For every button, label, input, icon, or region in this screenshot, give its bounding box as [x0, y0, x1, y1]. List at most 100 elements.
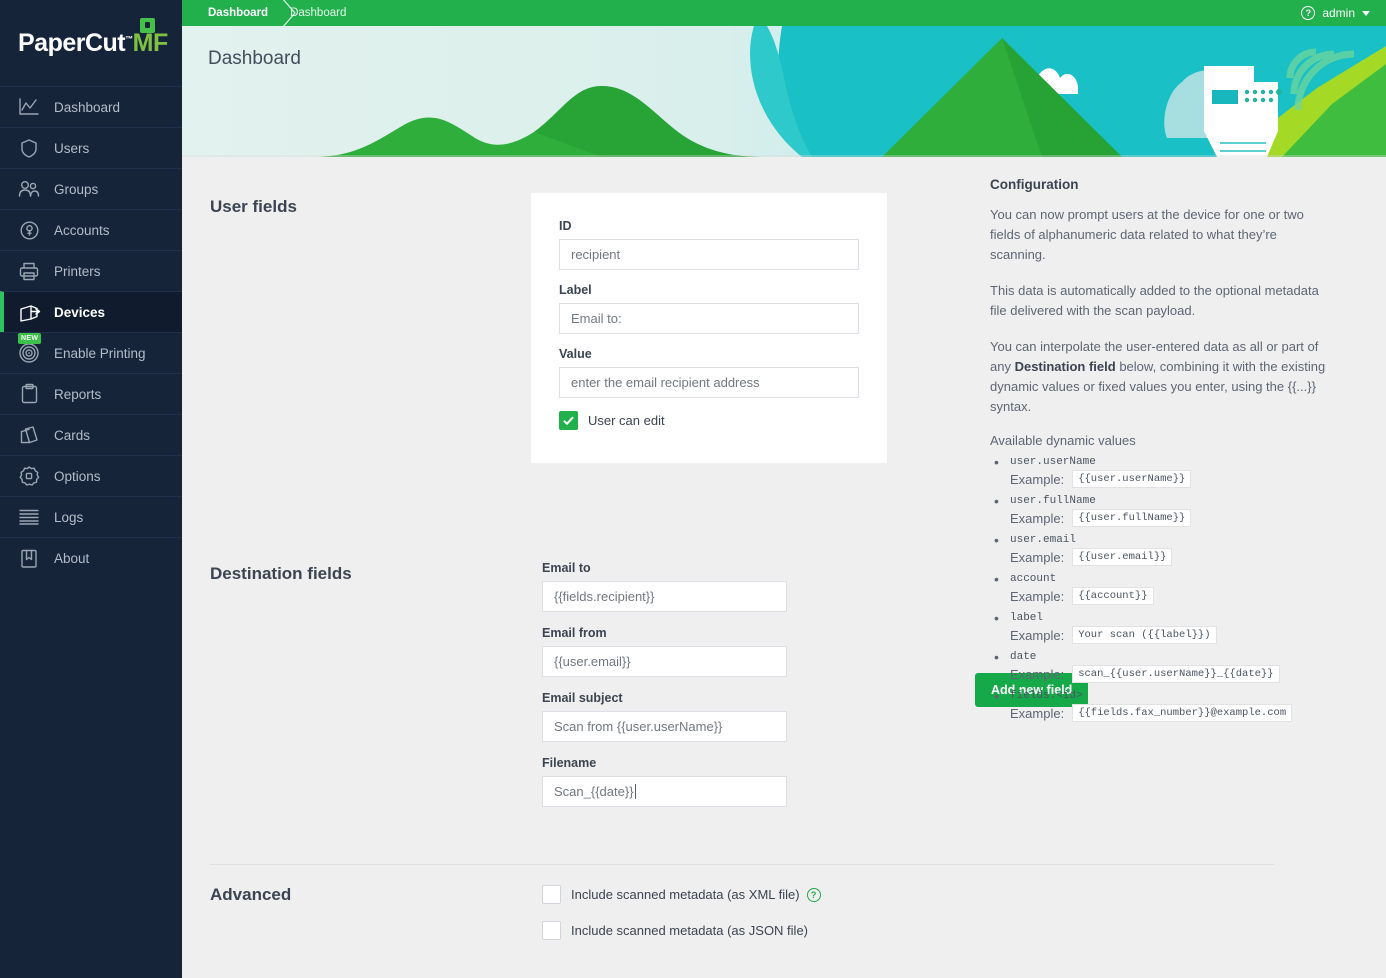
destination-field-group-0: Email to {{fields.recipient}} [542, 561, 787, 612]
example-label: Example: [1010, 627, 1065, 643]
dynamic-value-example-row: Example: {{user.fullName}} [1010, 509, 1350, 527]
user-can-edit-label: User can edit [588, 413, 665, 428]
dynamic-value-item: account Example: {{account}} [990, 571, 1350, 605]
app-root: PaperCut™MF Dashboard Users Groups Accounts… [0, 0, 1386, 978]
sidebar-item-label: Reports [54, 386, 102, 402]
logo-flag-icon [140, 18, 155, 33]
logo-papercut: PaperCut [18, 28, 126, 57]
configuration-heading: Configuration [990, 177, 1079, 192]
dynamic-value-example-row: Example: Your scan ({{label}}) [1010, 626, 1350, 644]
input-value: enter the email recipient address [571, 375, 760, 390]
user-field-card: ID recipient Label Email to: Value enter the … [531, 193, 887, 463]
sidebar-item-devices[interactable]: Devices [0, 291, 182, 332]
book-icon [14, 545, 44, 571]
destination-field-input-filename[interactable]: Scan_{{date}} [542, 776, 787, 807]
example-label: Example: [1010, 510, 1065, 526]
input-value: {{fields.recipient}} [554, 589, 655, 604]
destination-field-label: Filename [542, 756, 597, 770]
advanced-options: Include scanned metadata (as XML file)? I… [542, 883, 821, 957]
sidebar-item-label: Enable Printing [54, 345, 146, 361]
dynamic-values-list: user.userNameExample:{{user.userName}}us… [990, 454, 1350, 722]
user-menu-label[interactable]: admin [1322, 6, 1355, 20]
destination-field-input-email-to[interactable]: {{fields.recipient}} [542, 581, 787, 612]
user-field-group-1: Label Email to: [559, 283, 859, 334]
sidebar-item-users[interactable]: Users [0, 127, 182, 168]
destination-field-label: Email from [542, 626, 607, 640]
lines-icon [14, 504, 44, 530]
user-can-edit-row-wrap: User can edit [531, 411, 887, 430]
section-divider [210, 864, 1274, 865]
destination-field-input-email-subject[interactable]: Scan from {{user.userName}} [542, 711, 787, 742]
app-logo[interactable]: PaperCut™MF [0, 0, 182, 86]
dynamic-value-key: user.userName [1010, 456, 1096, 468]
input-value: Scan from {{user.userName}} [554, 719, 723, 734]
example-label: Example: [1010, 666, 1065, 682]
user-field-input-label[interactable]: Email to: [559, 303, 859, 334]
sidebar: PaperCut™MF Dashboard Users Groups Accounts… [0, 0, 182, 978]
dynamic-value-item: user.email Example: {{user.email}} [990, 532, 1350, 566]
metadata-checkbox-0[interactable] [542, 885, 561, 904]
chevron-down-icon[interactable] [1362, 10, 1370, 16]
input-value: Scan_{{date}} [554, 784, 634, 799]
configuration-paragraph-1: You can now prompt users at the device f… [990, 207, 1304, 262]
sidebar-item-options[interactable]: Options [0, 455, 182, 496]
help-icon[interactable]: ? [1301, 6, 1316, 20]
sidebar-item-label: Printers [54, 263, 101, 279]
dynamic-value-item: label Example: Your scan ({{label}}) [990, 610, 1350, 644]
page-title: Dashboard [208, 48, 301, 69]
printer-icon [14, 258, 44, 284]
sidebar-item-dashboard[interactable]: Dashboard [0, 86, 182, 127]
help-icon[interactable]: ? [806, 887, 821, 902]
advanced-option-row-1[interactable]: Include scanned metadata (as JSON file) [542, 921, 821, 940]
destination-fields-heading: Destination fields [210, 564, 352, 583]
configuration-paragraph-2: This data is automatically added to the … [990, 283, 1319, 318]
dynamic-value-example: {{user.userName}} [1072, 470, 1192, 488]
user-field-group-0: ID recipient [559, 219, 859, 270]
dynamic-value-example: {{user.fullName}} [1072, 509, 1192, 527]
sidebar-item-groups[interactable]: Groups [0, 168, 182, 209]
dynamic-value-key: user.email [1010, 534, 1077, 546]
sidebar-item-about[interactable]: About [0, 537, 182, 578]
user-field-input-value[interactable]: enter the email recipient address [559, 367, 859, 398]
metadata-checkbox-1[interactable] [542, 921, 561, 940]
people-icon [14, 176, 44, 202]
account-circle-icon [14, 217, 44, 243]
dynamic-value-example: scan_{{user.userName}}_{{date}} [1072, 665, 1280, 683]
sidebar-item-reports[interactable]: Reports [0, 373, 182, 414]
sidebar-item-enable-printing[interactable]: Enable Printing NEW [0, 332, 182, 373]
example-label: Example: [1010, 588, 1065, 604]
advanced-option-label: Include scanned metadata (as JSON file) [571, 923, 809, 938]
sidebar-item-label: Accounts [54, 222, 110, 238]
breadcrumb-item-0[interactable]: Dashboard [208, 7, 268, 19]
sidebar-nav: Dashboard Users Groups Accounts Printers Devi… [0, 86, 182, 578]
check-icon [563, 416, 574, 426]
user-can-edit-checkbox[interactable] [559, 411, 578, 430]
destination-field-group-3: Filename Scan_{{date}} [542, 756, 787, 807]
available-dynamic-values-heading: Available dynamic values [990, 433, 1136, 448]
shield-icon [14, 135, 44, 161]
device-icon [14, 299, 44, 325]
sidebar-item-printers[interactable]: Printers [0, 250, 182, 291]
dynamic-value-key: user.fullName [1010, 495, 1096, 507]
user-can-edit-checkbox-row[interactable]: User can edit [559, 411, 859, 430]
sidebar-item-cards[interactable]: Cards [0, 414, 182, 455]
example-label: Example: [1010, 471, 1065, 487]
cfg-p3-bold: Destination field [1014, 359, 1116, 374]
sidebar-item-logs[interactable]: Logs [0, 496, 182, 537]
sidebar-item-accounts[interactable]: Accounts [0, 209, 182, 250]
dynamic-value-key: date [1010, 651, 1037, 663]
dynamic-value-item: user.fullName Example: {{user.fullName}} [990, 493, 1350, 527]
destination-field-input-email-from[interactable]: {{user.email}} [542, 646, 787, 677]
dynamic-value-key: label [1010, 612, 1044, 624]
dynamic-value-item: user.userName Example: {{user.userName}} [990, 454, 1350, 488]
input-value: {{user.email}} [554, 654, 631, 669]
gear-icon [14, 463, 44, 489]
user-fields-heading: User fields [210, 197, 297, 216]
dynamic-value-example: {{user.email}} [1072, 548, 1173, 566]
advanced-option-row-0[interactable]: Include scanned metadata (as XML file)? [542, 885, 821, 904]
logo-tm: ™ [125, 34, 133, 44]
sidebar-item-label: Groups [54, 181, 99, 197]
user-field-input-id[interactable]: recipient [559, 239, 859, 270]
dynamic-value-example-row: Example: {{user.email}} [1010, 548, 1350, 566]
dynamic-value-example-row: Example: scan_{{user.userName}}_{{date}} [1010, 665, 1350, 683]
